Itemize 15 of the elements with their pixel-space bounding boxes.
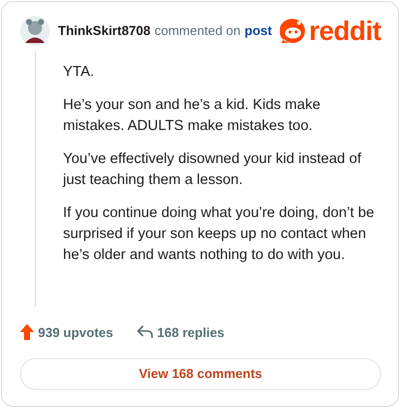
reddit-mascot-icon (280, 18, 306, 44)
post-link[interactable]: post (244, 21, 272, 41)
avatar (20, 16, 50, 46)
comment-paragraph: He’s your son and he’s a kid. Kids make mistakes. ADULTS make mistakes too. (63, 96, 322, 136)
comment-paragraph: YTA. (63, 63, 96, 82)
comment-paragraph: You’ve effectively disowned your kid instead of just teaching them a lesson. (63, 150, 362, 190)
upvote-icon[interactable] (20, 324, 34, 340)
upvote-count: 939 upvotes (38, 324, 114, 342)
reply-count: 168 replies (157, 324, 224, 342)
action-text: commented on (154, 22, 240, 40)
logo-text: reddit (308, 18, 381, 44)
comment-paragraph: If you continue doing what you’re doing, don’t be surprised if your son keeps up no contact when he’s older and wants nothing to do with you. (63, 204, 376, 265)
view-comments-button[interactable]: View 168 comments (20, 358, 381, 390)
username[interactable]: ThinkSkirt8708 (58, 21, 150, 41)
reply-icon[interactable] (137, 325, 154, 340)
